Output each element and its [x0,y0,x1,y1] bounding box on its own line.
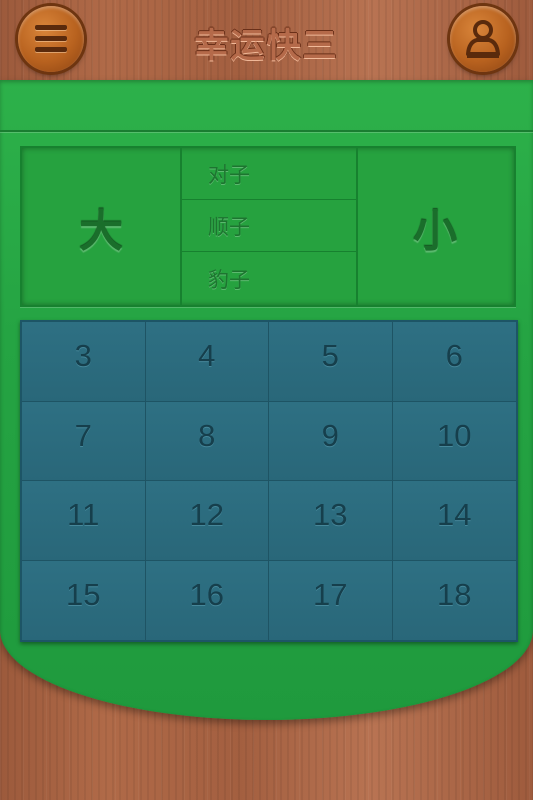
sum-cell[interactable]: 11 [22,481,146,561]
sum-cell[interactable]: 9 [269,401,393,481]
bet-options: 大 对子 顺子 豹子 小 [20,146,516,307]
bet-triple-button[interactable]: 豹子 [182,252,356,305]
sum-cell[interactable]: 5 [269,322,393,402]
sum-bet-grid: 3 4 5 6 7 8 9 10 11 12 13 14 15 16 17 18 [20,320,518,642]
bet-big-button[interactable]: 大 [22,148,180,305]
sum-cell[interactable]: 16 [145,560,269,640]
bet-small-button[interactable]: 小 [356,148,514,305]
sum-cell[interactable]: 3 [22,322,146,402]
sum-cell[interactable]: 6 [392,322,516,402]
sum-cell[interactable]: 4 [145,322,269,402]
bet-straight-button[interactable]: 顺子 [182,200,356,252]
sum-cell[interactable]: 8 [145,401,269,481]
sum-cell[interactable]: 14 [392,481,516,561]
sum-cell[interactable]: 12 [145,481,269,561]
bet-pair-button[interactable]: 对子 [182,148,356,200]
bet-special-group: 对子 顺子 豹子 [180,148,358,305]
user-button[interactable] [450,6,516,72]
sum-cell[interactable]: 10 [392,401,516,481]
sum-cell[interactable]: 13 [269,481,393,561]
sum-cell[interactable]: 7 [22,401,146,481]
user-icon [466,20,500,58]
divider [0,130,533,132]
sum-cell[interactable]: 17 [269,560,393,640]
sum-cell[interactable]: 18 [392,560,516,640]
top-bar: 幸运快三 [0,0,533,80]
game-table: 大 对子 顺子 豹子 小 3 4 5 6 7 8 9 10 11 12 13 1… [0,80,533,720]
sum-cell[interactable]: 15 [22,560,146,640]
